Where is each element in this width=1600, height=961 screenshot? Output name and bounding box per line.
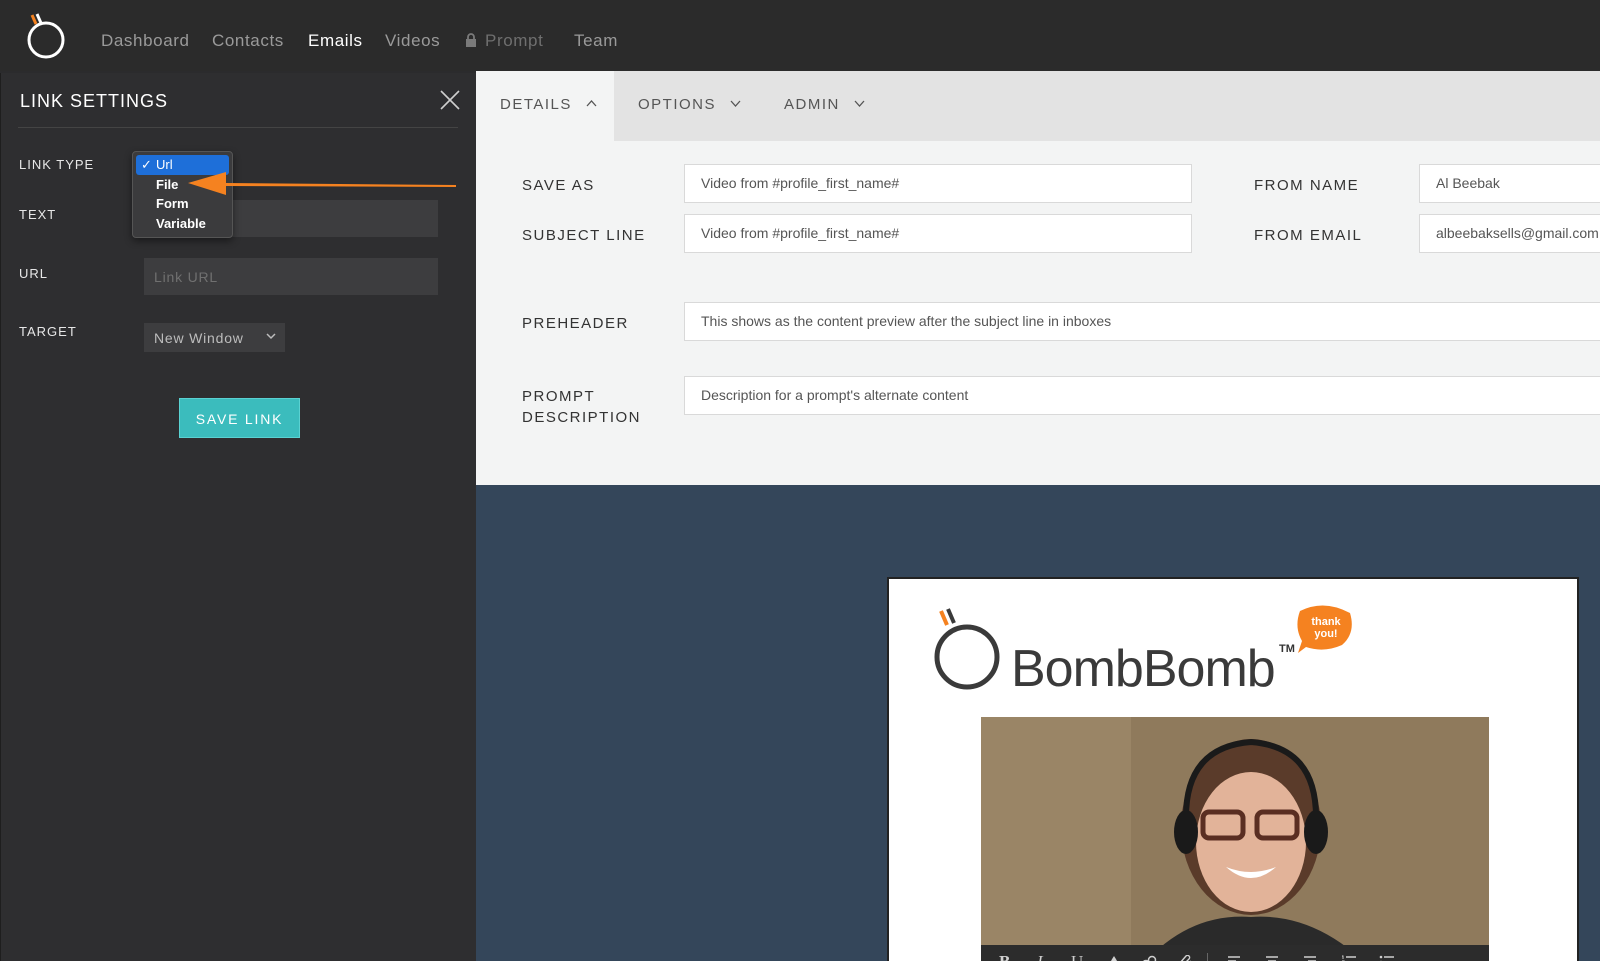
tab-details[interactable]: DETAILS [476,71,614,141]
preheader-input[interactable]: This shows as the content preview after … [684,302,1600,341]
url-field[interactable]: Link URL [144,258,438,295]
link-type-label: LINK TYPE [19,157,95,172]
chevron-down-icon [854,100,864,107]
link-icon[interactable] [1141,955,1157,961]
divider [18,127,458,128]
save-as-input[interactable]: Video from #profile_first_name# [684,164,1192,203]
email-preview-area: BombBomb TM thank you! B [476,485,1600,961]
video-frame-illustration [981,717,1489,961]
target-select[interactable]: New Window [144,323,285,352]
editor-toolbar: B I U [981,945,1489,961]
link-settings-panel: LINK SETTINGS LINK TYPE TEXT URL Link UR… [0,73,476,961]
from-email-label: FROM EMAIL [1254,227,1363,244]
prompt-description-input[interactable]: Description for a prompt's alternate con… [684,376,1600,415]
target-label: TARGET [19,324,77,339]
email-settings: DETAILS OPTIONS ADMIN SAVE AS Video from… [476,71,1600,485]
nav-videos[interactable]: Videos [385,31,440,51]
attachment-icon[interactable] [1179,955,1193,961]
brand-wordmark: BombBomb [1011,640,1276,698]
italic-icon[interactable]: I [1037,952,1043,961]
chevron-up-icon [586,100,597,107]
align-center-icon[interactable] [1265,955,1279,961]
subject-line-label: SUBJECT LINE [522,227,646,244]
lock-icon [466,33,476,47]
checkmark-icon: ✓ [141,157,152,172]
panel-title: LINK SETTINGS [20,91,169,111]
unordered-list-icon[interactable] [1379,955,1395,961]
trademark-mark: TM [1279,643,1295,655]
save-link-button[interactable]: SAVE LINK [179,398,300,438]
align-right-icon[interactable] [1303,955,1317,961]
tab-details-label: DETAILS [500,96,572,113]
tab-admin[interactable]: ADMIN [784,71,865,141]
preheader-label: PREHEADER [522,315,629,332]
prompt-description-label: PROMPT DESCRIPTION [522,386,641,428]
bold-icon[interactable]: B [999,952,1010,961]
underline-icon[interactable]: U [1071,952,1083,961]
close-icon[interactable] [439,89,461,111]
toolbar-divider [1207,953,1208,961]
save-as-label: SAVE AS [522,177,595,194]
chevron-down-icon [730,100,741,107]
nav-team[interactable]: Team [574,31,618,51]
color-drop-icon[interactable] [1109,955,1119,961]
dropdown-option-variable[interactable]: Variable [133,214,232,234]
annotation-arrow-icon [188,172,456,195]
nav-prompt-label: Prompt [485,31,544,50]
email-canvas[interactable]: BombBomb TM thank you! B [887,577,1579,961]
text-label: TEXT [19,207,57,222]
nav-dashboard[interactable]: Dashboard [101,31,190,51]
top-navigation: Dashboard Contacts Emails Videos Prompt … [0,0,1600,71]
option-label: Url [156,157,173,172]
nav-contacts[interactable]: Contacts [212,31,284,51]
badge-text-1: thank [1311,616,1341,628]
nav-prompt[interactable]: Prompt [465,31,543,51]
from-name-input[interactable]: Al Beebak [1419,164,1600,203]
prompt-label-line2: DESCRIPTION [522,409,642,426]
tab-bar: DETAILS OPTIONS ADMIN [476,71,1600,141]
subject-line-input[interactable]: Video from #profile_first_name# [684,214,1192,253]
from-name-label: FROM NAME [1254,177,1360,194]
from-email-input[interactable]: albeebaksells@gmail.com [1419,214,1600,253]
prompt-label-line1: PROMPT [522,388,596,405]
align-left-icon[interactable] [1227,955,1241,961]
tab-admin-label: ADMIN [784,96,840,113]
url-label: URL [19,266,49,281]
tab-options[interactable]: OPTIONS [638,71,741,141]
tab-options-label: OPTIONS [638,96,717,113]
badge-text-2: you! [1314,628,1337,640]
thank-you-badge-icon: thank you! [1297,605,1352,653]
video-thumbnail[interactable]: B I U [981,717,1489,961]
bombbomb-logo-icon[interactable] [24,12,68,60]
nav-emails[interactable]: Emails [308,31,363,51]
target-value: New Window [154,330,244,346]
ordered-list-icon[interactable] [1341,955,1357,961]
chevron-down-icon [266,333,276,340]
